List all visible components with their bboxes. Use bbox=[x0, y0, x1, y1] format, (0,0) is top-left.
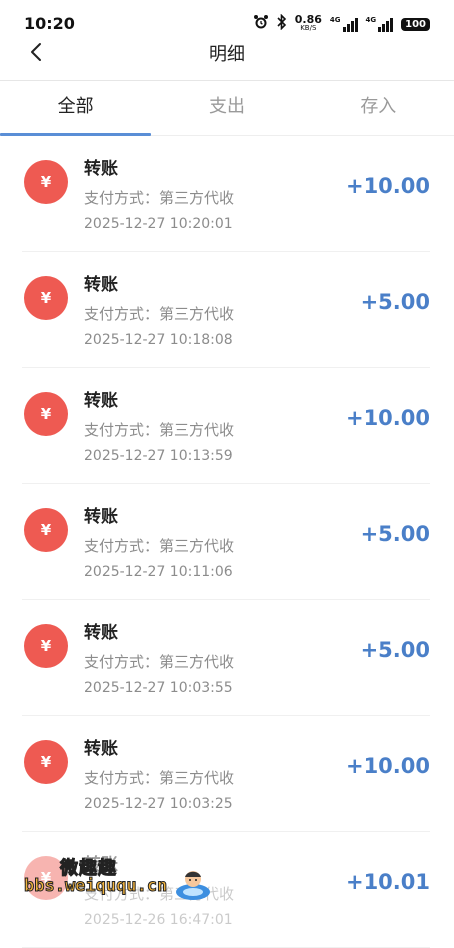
transaction-amount: +10.00 bbox=[345, 406, 430, 430]
list-item[interactable]: ¥ 转账 支付方式：第三方代收 2025-12-27 10:11:06 +5.0… bbox=[22, 484, 430, 600]
transaction-title: 转账 bbox=[84, 275, 118, 295]
transaction-amount: +5.00 bbox=[360, 638, 430, 662]
transaction-time: 2025-12-27 10:13:59 bbox=[84, 448, 233, 464]
tab-deposit[interactable]: 存入 bbox=[303, 81, 454, 135]
tab-expense[interactable]: 支出 bbox=[151, 81, 302, 135]
list-item[interactable]: ¥ 转账 支付方式：第三方代收 2025-12-27 10:20:01 +10.… bbox=[22, 136, 430, 252]
yuan-icon: ¥ bbox=[24, 276, 68, 320]
yuan-icon: ¥ bbox=[24, 508, 68, 552]
payment-method: 支付方式：第三方代收 bbox=[84, 769, 235, 787]
yuan-icon: ¥ bbox=[24, 740, 68, 784]
transaction-title: 转账 bbox=[84, 391, 118, 411]
transaction-title: 转账 bbox=[84, 507, 118, 527]
tab-bar: 全部 支出 存入 bbox=[0, 81, 454, 136]
list-item[interactable]: ¥ 转账 支付方式：第三方代收 2025-12-27 10:03:25 +10.… bbox=[22, 716, 430, 832]
yuan-icon: ¥ bbox=[24, 624, 68, 668]
alarm-icon bbox=[253, 14, 269, 34]
transaction-time: 2025-12-27 10:18:08 bbox=[84, 332, 233, 348]
watermark: 微趣趣 bbs.weiququ.cn bbox=[22, 852, 222, 912]
transaction-title: 转账 bbox=[84, 739, 118, 759]
nav-bar: 明细 bbox=[0, 32, 454, 81]
yuan-icon: ¥ bbox=[24, 160, 68, 204]
status-time: 10:20 bbox=[24, 14, 75, 33]
payment-method: 支付方式：第三方代收 bbox=[84, 537, 235, 555]
mascot-icon bbox=[176, 871, 210, 900]
transaction-time: 2025-12-26 16:47:01 bbox=[84, 912, 233, 928]
transaction-time: 2025-12-27 10:03:55 bbox=[84, 680, 233, 696]
watermark-url: bbs.weiququ.cn bbox=[23, 876, 168, 897]
tab-all[interactable]: 全部 bbox=[0, 81, 152, 136]
transaction-title: 转账 bbox=[84, 159, 118, 179]
transaction-amount: +5.00 bbox=[360, 522, 430, 546]
transaction-list: ¥ 转账 支付方式：第三方代收 2025-12-27 10:20:01 +10.… bbox=[0, 136, 454, 948]
transaction-amount: +5.00 bbox=[360, 290, 430, 314]
transaction-title: 转账 bbox=[84, 623, 118, 643]
signal-icon: 4G bbox=[330, 16, 358, 32]
bluetooth-icon bbox=[277, 13, 287, 34]
transaction-amount: +10.00 bbox=[345, 754, 430, 778]
transaction-time: 2025-12-27 10:03:25 bbox=[84, 796, 233, 812]
transaction-amount: +10.01 bbox=[345, 870, 430, 894]
payment-method: 支付方式：第三方代收 bbox=[84, 421, 235, 439]
signal-icon-2: 4G bbox=[366, 16, 394, 32]
list-item[interactable]: ¥ 转账 支付方式：第三方代收 2025-12-27 10:03:55 +5.0… bbox=[22, 600, 430, 716]
transaction-time: 2025-12-27 10:11:06 bbox=[84, 564, 233, 580]
transaction-amount: +10.00 bbox=[345, 174, 430, 198]
payment-method: 支付方式：第三方代收 bbox=[84, 653, 235, 671]
network-speed: 0.86 KB/S bbox=[294, 13, 322, 32]
yuan-icon: ¥ bbox=[24, 392, 68, 436]
payment-method: 支付方式：第三方代收 bbox=[84, 189, 235, 207]
transaction-time: 2025-12-27 10:20:01 bbox=[84, 216, 233, 232]
battery-icon: 100 bbox=[401, 17, 430, 31]
list-item[interactable]: ¥ 转账 支付方式：第三方代收 2025-12-27 10:18:08 +5.0… bbox=[22, 252, 430, 368]
page-title: 明细 bbox=[209, 44, 245, 65]
list-item[interactable]: ¥ 转账 支付方式：第三方代收 2025-12-27 10:13:59 +10.… bbox=[22, 368, 430, 484]
payment-method: 支付方式：第三方代收 bbox=[84, 305, 235, 323]
